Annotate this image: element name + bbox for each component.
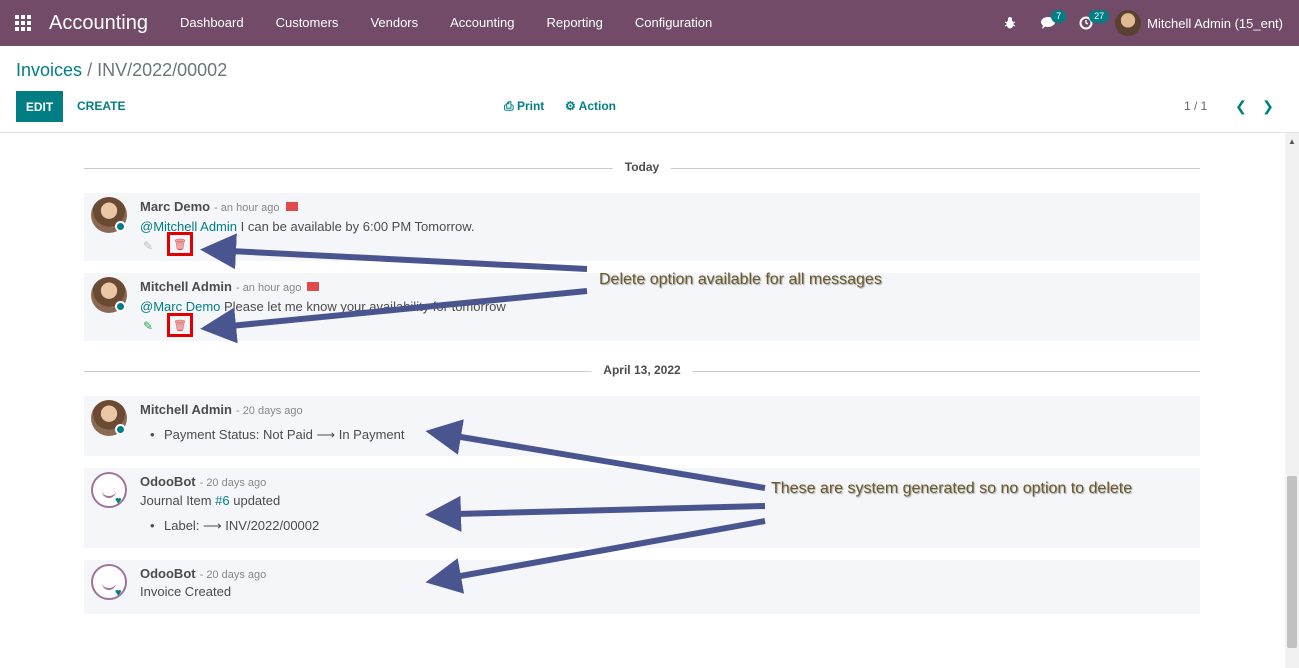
date-separator-today: Today xyxy=(84,158,1200,178)
action-button[interactable]: ⚙ Action xyxy=(565,91,616,122)
action-label: Action xyxy=(578,99,616,113)
message-body: @Marc Demo Please let me know your avail… xyxy=(140,299,506,314)
message-text: Please let me know your availability for… xyxy=(220,299,506,314)
online-status-icon xyxy=(115,301,126,312)
online-status-icon xyxy=(115,221,126,232)
menu-configuration[interactable]: Configuration xyxy=(619,0,728,46)
mention-link[interactable]: @Marc Demo xyxy=(140,299,220,314)
user-name: Mitchell Admin (15_ent) xyxy=(1147,15,1283,31)
trash-icon: 🗑 xyxy=(173,238,187,251)
message-author[interactable]: Marc Demo xyxy=(140,199,210,214)
message-header: OdooBot - 20 days ago xyxy=(140,474,266,489)
print-icon: ⎙ xyxy=(504,99,514,113)
trash-icon: 🗑 xyxy=(173,319,187,332)
tracking-value: Payment Status: Not Paid ⟶ In Payment xyxy=(150,427,404,443)
pager-value[interactable]: 1 / 1 xyxy=(1184,91,1207,122)
date-separator-april: April 13, 2022 xyxy=(84,361,1200,381)
date-separator-label: April 13, 2022 xyxy=(591,363,693,377)
breadcrumb: Invoices / INV/2022/00002 xyxy=(16,60,227,81)
message-author[interactable]: OdooBot xyxy=(140,566,196,581)
journal-item-link[interactable]: #6 xyxy=(215,493,229,508)
print-button[interactable]: ⎙ Print xyxy=(504,91,544,122)
system-annotation: These are system generated so no option … xyxy=(771,480,1133,497)
menu-dashboard[interactable]: Dashboard xyxy=(164,0,260,46)
print-label: Print xyxy=(516,99,545,113)
edit-button[interactable]: EDIT xyxy=(16,91,63,122)
message-date: - 20 days ago xyxy=(199,569,267,581)
message-text: Journal Item xyxy=(140,493,216,508)
message-header: OdooBot - 20 days ago xyxy=(140,566,266,581)
message-date: - an hour ago xyxy=(235,282,302,294)
message-item: Marc Demo - an hour ago @Mitchell Admin I… xyxy=(84,193,1200,261)
heart-icon: ♥ xyxy=(115,587,122,599)
messages-badge: 7 xyxy=(1051,10,1067,23)
avatar xyxy=(1115,10,1142,36)
message-item: ♥ OdooBot - 20 days ago Invoice Created xyxy=(84,560,1200,614)
message-author[interactable]: Mitchell Admin xyxy=(140,402,232,417)
top-navbar: Accounting Dashboard Customers Vendors A… xyxy=(0,0,1299,46)
message-text: I can be available by 6:00 PM Tomorrow. xyxy=(237,219,475,234)
chevron-right-icon[interactable]: ❯ xyxy=(1259,94,1277,118)
message-author[interactable]: OdooBot xyxy=(140,474,196,489)
delete-button[interactable]: 🗑 xyxy=(167,232,193,256)
user-menu[interactable]: Mitchell Admin (15_ent) xyxy=(1105,10,1299,36)
message-text-after: updated xyxy=(229,493,281,508)
scroll-thumb[interactable] xyxy=(1287,476,1297,648)
envelope-icon xyxy=(307,282,320,292)
gear-icon: ⚙ xyxy=(565,99,576,113)
message-header: Mitchell Admin - 20 days ago xyxy=(140,402,303,417)
chevron-left-icon[interactable]: ❮ xyxy=(1232,94,1250,118)
pencil-icon[interactable]: ✎ xyxy=(143,239,153,253)
menu-customers[interactable]: Customers xyxy=(260,0,355,46)
envelope-icon xyxy=(285,202,298,212)
app-brand[interactable]: Accounting xyxy=(49,12,148,35)
apps-grid-icon[interactable] xyxy=(0,0,46,46)
breadcrumb-current: INV/2022/00002 xyxy=(97,60,228,80)
bug-icon[interactable] xyxy=(991,0,1029,46)
delete-button[interactable]: 🗑 xyxy=(167,313,193,337)
menu-reporting[interactable]: Reporting xyxy=(530,0,618,46)
menu-vendors[interactable]: Vendors xyxy=(354,0,434,46)
message-date: - 20 days ago xyxy=(235,405,303,417)
message-header: Mitchell Admin - an hour ago xyxy=(140,279,320,294)
create-button[interactable]: CREATE xyxy=(77,91,125,122)
message-author[interactable]: Mitchell Admin xyxy=(140,279,232,294)
date-separator-label: Today xyxy=(612,160,672,174)
tracking-value: Label: ⟶ INV/2022/00002 xyxy=(150,518,319,534)
message-date: - an hour ago xyxy=(214,202,280,214)
message-body: Journal Item #6 updated xyxy=(140,493,280,508)
control-panel: Invoices / INV/2022/00002 EDIT CREATE ⎙ … xyxy=(0,46,1299,133)
breadcrumb-invoices[interactable]: Invoices xyxy=(16,60,82,80)
breadcrumb-separator: / xyxy=(87,60,93,80)
clock-icon[interactable]: 27 xyxy=(1067,0,1110,46)
activities-badge: 27 xyxy=(1089,10,1110,23)
scroll-up-icon[interactable]: ▲ xyxy=(1285,137,1299,147)
message-date: - 20 days ago xyxy=(199,477,267,489)
scrollbar[interactable]: ▲ xyxy=(1285,133,1299,668)
message-item: Mitchell Admin- 20 days ago Payment Stat… xyxy=(84,396,1200,456)
heart-icon: ♥ xyxy=(115,495,122,507)
chat-icon[interactable]: 7 xyxy=(1029,0,1067,46)
pencil-icon[interactable]: ✎ xyxy=(143,319,153,333)
message-header: Marc Demo - an hour ago xyxy=(140,199,298,214)
online-status-icon xyxy=(115,424,126,435)
menu-accounting[interactable]: Accounting xyxy=(434,0,530,46)
delete-annotation: Delete option available for all messages xyxy=(599,271,882,288)
message-body: Invoice Created xyxy=(140,584,232,599)
